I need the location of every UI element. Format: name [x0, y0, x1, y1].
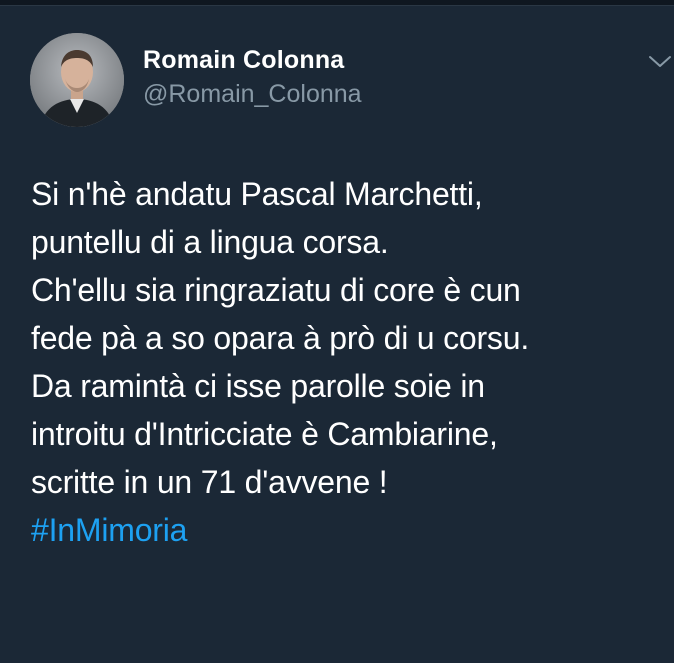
author-info[interactable]: Romain Colonna @Romain_Colonna [143, 44, 362, 111]
author-handle[interactable]: @Romain_Colonna [143, 77, 362, 111]
avatar[interactable] [30, 33, 124, 127]
tweet-line: Ch'ellu sia ringraziatu di core è cun [31, 272, 521, 308]
tweet-line: puntellu di a lingua corsa. [31, 224, 389, 260]
top-divider [0, 0, 674, 6]
tweet-line: introitu d'Intricciate è Cambiarine, [31, 416, 498, 452]
author-display-name[interactable]: Romain Colonna [143, 44, 362, 76]
profile-photo-icon [30, 33, 124, 127]
tweet-line: Da ramintà ci isse parolle soie in [31, 368, 485, 404]
hashtag-link[interactable]: #InMimoria [31, 506, 187, 554]
tweet-text: Si n'hè andatu Pascal Marchetti, puntell… [31, 170, 661, 554]
tweet-card: Romain Colonna @Romain_Colonna Si n'hè a… [0, 0, 674, 663]
tweet-line: fede pà a so opara à prò di u corsu. [31, 320, 530, 356]
tweet-line: Si n'hè andatu Pascal Marchetti, [31, 176, 483, 212]
tweet-line: scritte in un 71 d'avvene ! [31, 464, 388, 500]
chevron-down-icon[interactable] [648, 54, 672, 70]
